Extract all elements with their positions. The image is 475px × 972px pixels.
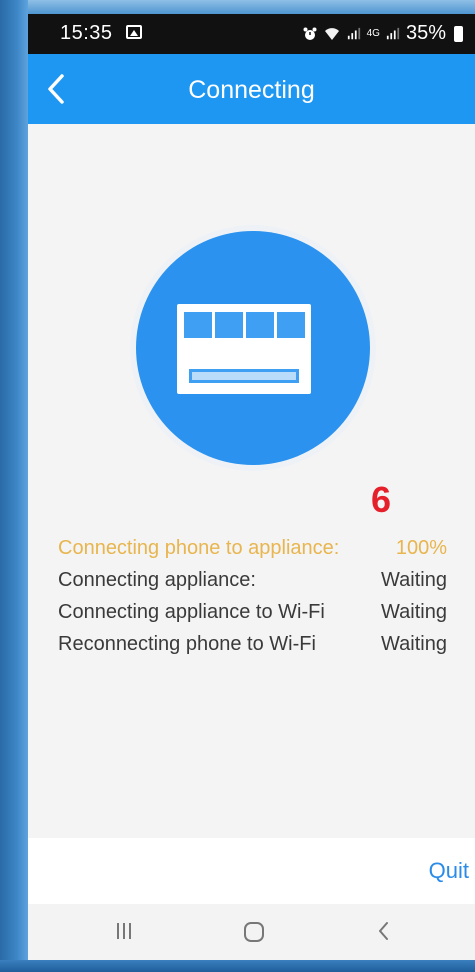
- status-icons: 4G 35%: [303, 22, 463, 45]
- status-time: 15:35: [60, 22, 113, 44]
- step-row: Connecting appliance: Waiting: [58, 564, 475, 596]
- step-label: Connecting phone to appliance:: [58, 537, 340, 559]
- step-row: Reconnecting phone to Wi-Fi Waiting: [58, 628, 475, 660]
- step-row: Connecting phone to appliance: 100%: [58, 532, 475, 564]
- page-title: Connecting: [188, 76, 315, 104]
- main-content: 6 Connecting phone to appliance: 100% Co…: [28, 124, 475, 838]
- wifi-icon: [324, 27, 339, 40]
- home-icon[interactable]: [242, 920, 266, 944]
- connection-steps: Connecting phone to appliance: 100% Conn…: [58, 532, 475, 660]
- step-label: Reconnecting phone to Wi-Fi: [58, 633, 316, 655]
- step-label: Connecting appliance to Wi-Fi: [58, 601, 325, 623]
- step-value: Waiting: [381, 569, 447, 591]
- network-type: 4G: [366, 28, 380, 39]
- battery-icon: [454, 25, 463, 42]
- alarm-icon: [303, 27, 317, 40]
- system-nav-bar: [28, 904, 475, 960]
- step-value: Waiting: [381, 633, 447, 655]
- frame-bottom: [0, 960, 475, 972]
- app-bar: Connecting: [28, 54, 475, 124]
- frame-left: [0, 0, 28, 972]
- phone-screen: 15:35 4G 35% Connecting 6 Connecting pho…: [28, 14, 475, 960]
- nav-back-icon[interactable]: [374, 920, 394, 942]
- footer-bar: Quit: [28, 838, 475, 904]
- signal-icon: [386, 27, 400, 39]
- annotation-number: 6: [371, 479, 392, 520]
- step-value: 100%: [395, 537, 447, 559]
- recent-apps-icon[interactable]: [114, 920, 134, 942]
- air-conditioner-icon: [130, 225, 376, 471]
- step-label: Connecting appliance:: [58, 569, 256, 591]
- frame-top: [0, 0, 475, 14]
- status-bar: 15:35 4G 35%: [28, 14, 475, 54]
- battery-percent: 35%: [405, 22, 446, 44]
- quit-button[interactable]: Quit: [429, 858, 469, 884]
- image-icon: [126, 25, 142, 39]
- step-row: Connecting appliance to Wi-Fi Waiting: [58, 596, 475, 628]
- signal-icon: [347, 27, 360, 39]
- step-value: Waiting: [381, 601, 447, 623]
